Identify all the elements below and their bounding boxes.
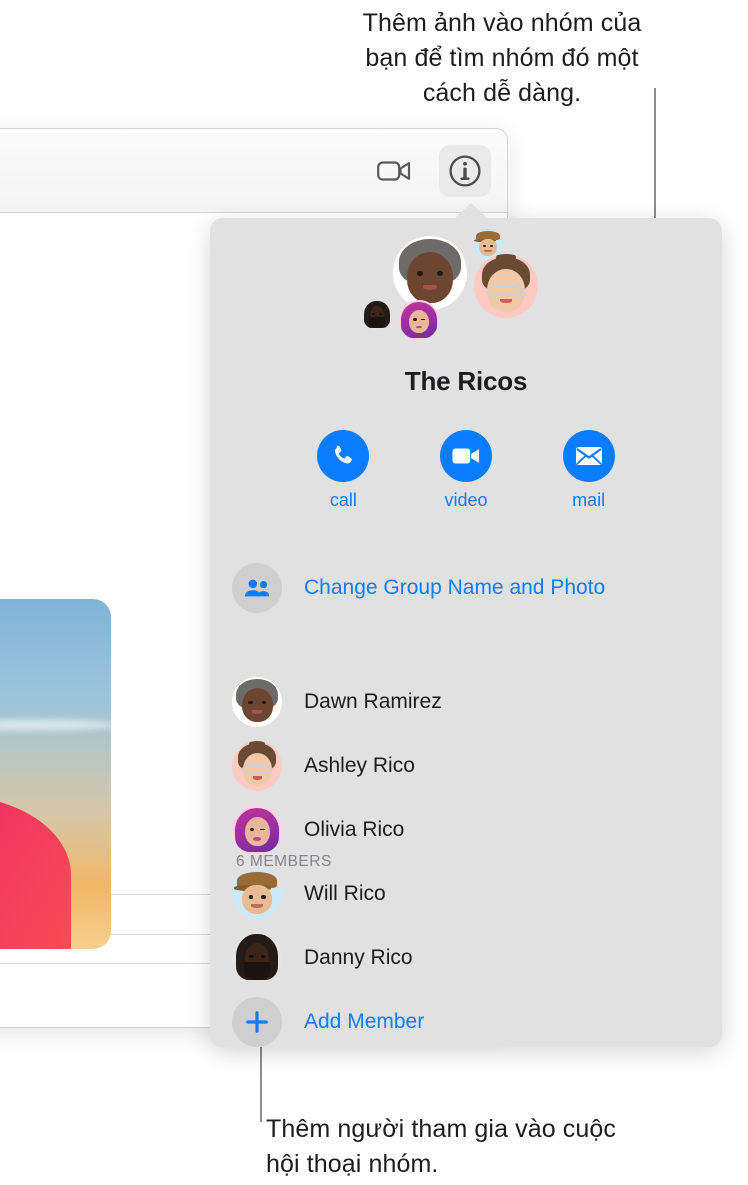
member-name: Danny Rico (304, 946, 413, 969)
callout-caption-bottom: Thêm người tham gia vào cuộc hội thoại n… (266, 1115, 616, 1178)
add-member-row[interactable]: Add Member (232, 990, 702, 1054)
callout-caption-top: Thêm ảnh vào nhóm của bạn để tìm nhóm đó… (362, 9, 642, 107)
member-row-will-rico[interactable]: Will Rico (232, 862, 702, 926)
avatar-olivia-rico (232, 805, 282, 855)
change-group-name-and-photo-label: Change Group Name and Photo (304, 576, 606, 599)
video-action-label: video (444, 490, 488, 510)
video-camera-icon (377, 161, 411, 181)
photo-person-body (0, 795, 71, 949)
member-row-olivia-rico[interactable]: Olivia Rico (232, 798, 702, 862)
cluster-avatar-ashley (474, 254, 538, 318)
mail-action-label: mail (572, 490, 606, 510)
plus-icon-wrapper (232, 997, 282, 1047)
avatar-will-rico (232, 869, 282, 919)
envelope-icon (575, 447, 602, 465)
member-name: Will Rico (304, 882, 386, 905)
member-list: Dawn Ramirez Ashley Rico Olivia Rico Wil… (232, 670, 702, 1054)
video-camera-icon (452, 448, 480, 464)
plus-icon (246, 1011, 268, 1033)
member-row-dawn-ramirez[interactable]: Dawn Ramirez (232, 670, 702, 734)
popover-arrow (454, 203, 488, 219)
screenshot-root: Thêm ảnh vào nhóm của bạn để tìm nhóm đó… (0, 0, 748, 1185)
group-title: The Ricos (404, 366, 528, 396)
group-details-popover: The Ricos call video mail Change Group N… (210, 203, 722, 1047)
photo-cloud (0, 719, 111, 731)
member-row-ashley-rico[interactable]: Ashley Rico (232, 734, 702, 798)
messages-toolbar (0, 129, 507, 213)
photo-message-bubble[interactable] (0, 599, 111, 949)
member-name: Dawn Ramirez (304, 690, 442, 713)
avatar-danny-rico (232, 933, 282, 983)
call-action-label: call (329, 490, 357, 510)
phone-icon (335, 445, 353, 464)
cluster-avatar-olivia (399, 300, 439, 340)
cluster-avatar-danny (362, 300, 392, 330)
two-people-icon-wrapper (232, 563, 282, 613)
video-action-button[interactable]: video (423, 430, 509, 511)
avatar-dawn-ramirez (232, 677, 282, 727)
call-action-button[interactable]: call (300, 430, 386, 511)
avatar-ashley-rico (232, 741, 282, 791)
toolbar-video-button[interactable] (373, 151, 415, 191)
quick-actions-row: call video mail (210, 430, 722, 511)
group-avatar-cluster[interactable] (210, 218, 722, 363)
mail-action-button[interactable]: mail (546, 430, 632, 511)
cluster-avatar-dawn (393, 236, 467, 310)
member-row-danny-rico[interactable]: Danny Rico (232, 926, 702, 990)
mail-button-circle (562, 430, 615, 482)
toolbar-info-button[interactable] (439, 145, 491, 197)
info-circle-icon (449, 155, 481, 187)
add-member-label: Add Member (304, 1010, 425, 1033)
member-name: Olivia Rico (304, 818, 405, 841)
call-button-circle (317, 430, 370, 482)
member-name: Ashley Rico (304, 754, 415, 777)
change-group-name-and-photo-row[interactable]: Change Group Name and Photo (232, 563, 605, 613)
video-button-circle (439, 430, 492, 482)
two-people-icon (244, 579, 270, 597)
